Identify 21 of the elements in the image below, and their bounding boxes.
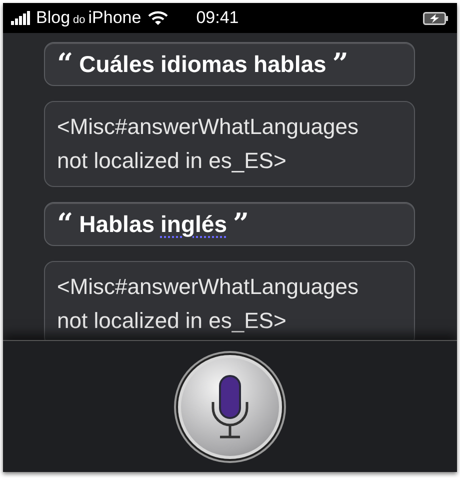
quote-mark: “ bbox=[57, 209, 74, 239]
quote-mark: “ bbox=[57, 49, 74, 79]
wifi-icon bbox=[148, 10, 168, 26]
answer-text: <Misc#answerWhatLanguages bbox=[57, 113, 360, 141]
spoken-word: hablas bbox=[253, 50, 326, 79]
signal-icon bbox=[11, 11, 31, 25]
answer-text: not localized in es_ES> bbox=[57, 307, 288, 335]
carrier-name: iPhone bbox=[88, 7, 142, 30]
spoken-word: idiomas bbox=[160, 50, 248, 79]
carrier-name: Blog bbox=[36, 7, 70, 30]
microphone-icon bbox=[210, 374, 250, 440]
spoken-word: Hablas bbox=[79, 210, 155, 239]
spoken-word: inglés bbox=[160, 210, 228, 239]
battery-charging-icon bbox=[423, 12, 449, 24]
quote-mark: ” bbox=[233, 209, 250, 239]
answer-text: not localized in es_ES> bbox=[57, 147, 288, 175]
quote-mark: ” bbox=[332, 49, 348, 79]
spoken-word: Cuáles bbox=[79, 50, 155, 79]
answer-text: <Misc#answerWhatLanguages bbox=[57, 273, 360, 301]
clock: 09:41 bbox=[196, 7, 239, 30]
carrier-name: do bbox=[73, 13, 86, 28]
